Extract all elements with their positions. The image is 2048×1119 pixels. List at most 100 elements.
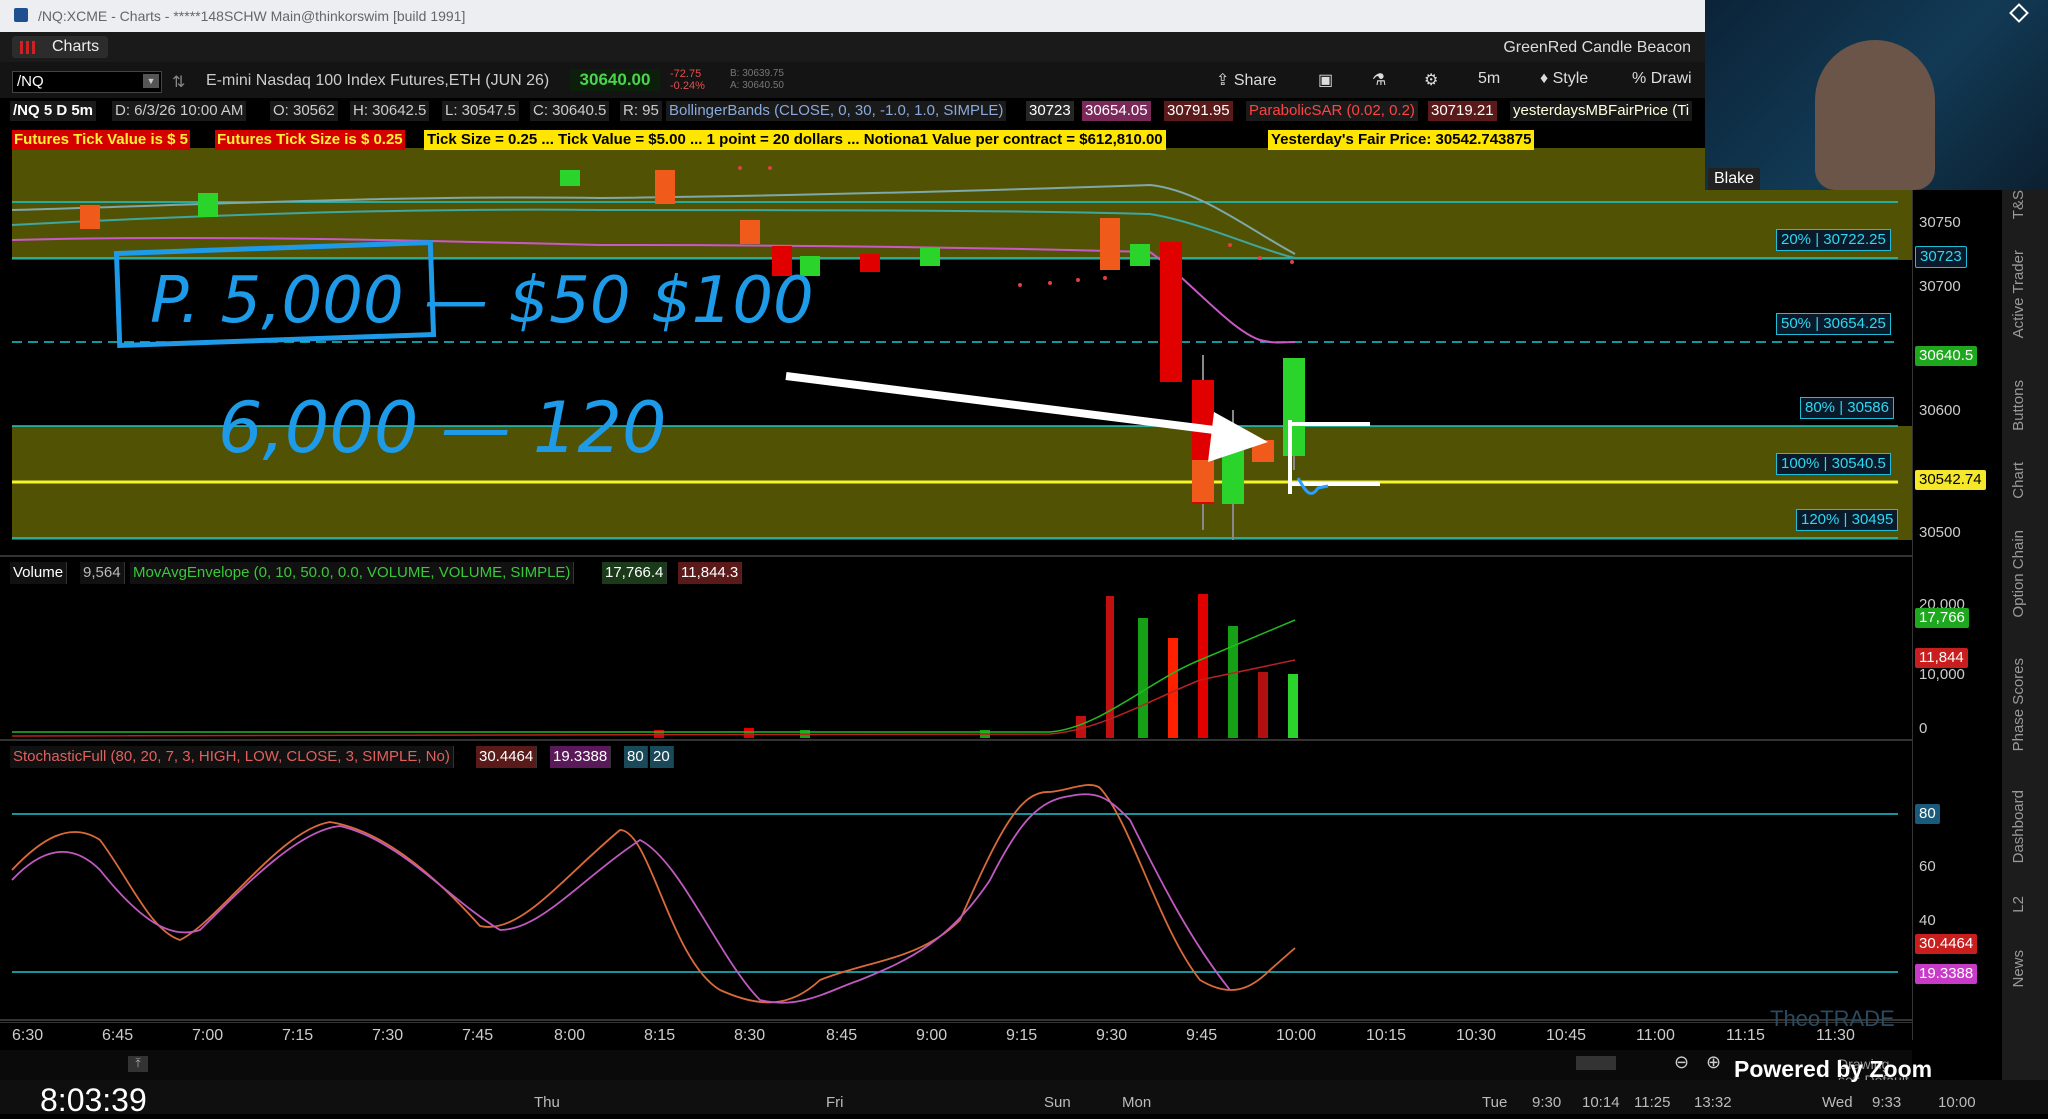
price-tick: 30600 [1919, 402, 1961, 419]
tab-chart[interactable]: Chart [2010, 462, 2027, 499]
level-text-50: 50% | 30654.25 [1776, 313, 1891, 335]
price-tick: 30700 [1919, 278, 1961, 295]
time-tick: 7:15 [282, 1027, 314, 1044]
vol-envelope-lower [11, 659, 1296, 737]
bottom-bar [0, 1080, 2048, 1114]
scroll-thumb[interactable] [1576, 1056, 1616, 1070]
time-tick: 6:30 [12, 1027, 44, 1044]
tab-level2[interactable]: L2 [2010, 896, 2027, 913]
bb-upper-tag: 30723 [1915, 246, 1967, 268]
time-tick: 10:30 [1456, 1027, 1497, 1044]
stoch-os-value: 20 [650, 746, 674, 768]
envelope-label[interactable]: MovAvgEnvelope (0, 10, 50.0, 0.0, VOLUME… [130, 562, 575, 584]
stoch-d-value: 19.3388 [550, 746, 612, 768]
stoch-tick: 40 [1919, 912, 1936, 929]
time-tick: 10:15 [1366, 1027, 1407, 1044]
envelope-lower: 11,844.3 [678, 562, 743, 584]
price-tick: 30500 [1919, 524, 1961, 541]
time-tick: 6:45 [102, 1027, 134, 1044]
overview-time: Wed [1822, 1094, 1853, 1111]
price-axis[interactable]: 30750 30723 30700 30640.5 30600 30542.74… [1912, 140, 2003, 1040]
tab-option-chain[interactable]: Option Chain [2010, 530, 2027, 618]
fair-price-tag: 30542.74 [1915, 470, 1986, 490]
day-label: Sun [1044, 1094, 1071, 1111]
tab-dashboard[interactable]: Dashboard [2010, 790, 2027, 863]
overview-time: 9:33 [1872, 1094, 1902, 1111]
level-label-20: 20% | 30722.25 [1776, 229, 1891, 251]
clock: 8:03:39 [40, 1082, 147, 1118]
level-label-120: 120% | 30495 [1796, 509, 1899, 531]
theotrade-logo-icon [2009, 3, 2029, 23]
volume-bars [654, 594, 1298, 738]
stoch-k-line [11, 784, 1296, 1004]
tab-news[interactable]: News [2010, 950, 2027, 988]
time-tick: 8:30 [734, 1027, 766, 1044]
time-tick: 8:00 [554, 1027, 586, 1044]
presenter-silhouette [1815, 40, 1935, 190]
tab-active-trader[interactable]: Active Trader [2010, 250, 2027, 338]
vol-upper-tag: 17,766 [1915, 608, 1969, 628]
level-text-120: 120% | 30495 [1796, 509, 1899, 531]
stochastic-label[interactable]: StochasticFull (80, 20, 7, 3, HIGH, LOW,… [10, 746, 454, 768]
time-tick: 10:45 [1546, 1027, 1587, 1044]
parabolic-sar-dots [738, 166, 1294, 287]
time-tick: 9:30 [1096, 1027, 1128, 1044]
volume-tick: 0 [1919, 720, 1928, 737]
time-tick: 7:30 [372, 1027, 404, 1044]
time-tick: 9:45 [1186, 1027, 1218, 1044]
overview-time: 9:30 [1532, 1094, 1562, 1111]
vol-lower-tag: 11,844 [1915, 648, 1968, 668]
volume-value: 9,564 [80, 562, 125, 584]
webcam-video [1705, 0, 2048, 190]
time-tick: 7:00 [192, 1027, 224, 1044]
zoom-out-icon[interactable]: ⊖ [1674, 1052, 1689, 1073]
time-tick: 10:00 [1276, 1027, 1317, 1044]
time-tick: 8:45 [826, 1027, 858, 1044]
overview-time: 10:00 [1938, 1094, 1976, 1111]
time-tick: 9:15 [1006, 1027, 1038, 1044]
annotation-arrow [785, 372, 1231, 436]
stoch-k-tag: 30.4464 [1915, 934, 1978, 954]
time-tick: 11:15 [1726, 1027, 1765, 1044]
chart-scrollbar[interactable]: ⤒ ⊖ ⊕ Drawing set: Default [0, 1050, 1912, 1088]
presenter-name: Blake [1708, 168, 1761, 190]
overview-time: Tue [1482, 1094, 1508, 1111]
annotation-line2: 6,000 — 120 [218, 387, 667, 469]
tab-time-and-sales[interactable]: T&S [2010, 190, 2027, 219]
overview-time: 10:14 [1582, 1094, 1620, 1111]
time-tick: 8:15 [644, 1027, 676, 1044]
time-axis[interactable]: 6:30 6:45 7:00 7:15 7:30 7:45 8:00 8:15 … [0, 1022, 1912, 1051]
day-label: Thu [534, 1094, 560, 1111]
tab-buttons[interactable]: Buttons [2010, 380, 2027, 431]
stoch-tick: 60 [1919, 858, 1936, 875]
price-tick: 30750 [1919, 214, 1961, 231]
expand-icon[interactable]: ⤒ [128, 1056, 148, 1072]
level-label-80: 80% | 30586 [1800, 397, 1894, 419]
last-price-tag: 30640.5 [1915, 346, 1978, 366]
stoch-k-value: 30.4464 [476, 746, 538, 768]
vol-envelope-upper [12, 619, 1296, 733]
day-label: Fri [826, 1094, 844, 1111]
level-text-20: 20% | 30722.25 [1776, 229, 1891, 251]
volume-label[interactable]: Volume [10, 562, 68, 584]
volume-tick: 10,000 [1919, 666, 1965, 683]
envelope-upper: 17,766.4 [602, 562, 668, 584]
candles [80, 170, 1305, 540]
time-tick: 9:00 [916, 1027, 948, 1044]
zoom-watermark: Powered by Zoom [1734, 1056, 1933, 1082]
brand-watermark: TheoTRADE [1770, 1006, 1895, 1031]
annotation-line1: P. 5,000 — $50 $100 [150, 264, 814, 338]
level-text-100: 100% | 30540.5 [1776, 453, 1891, 475]
stoch-ob-value: 80 [624, 746, 648, 768]
stoch-d-tag: 19.3388 [1915, 964, 1978, 984]
overview-time: 11:25 [1634, 1094, 1671, 1111]
tab-phase-scores[interactable]: Phase Scores [2010, 658, 2027, 751]
zoom-in-icon[interactable]: ⊕ [1706, 1052, 1721, 1073]
level-text-80: 80% | 30586 [1800, 397, 1894, 419]
side-tabs: T&S Active Trader Buttons Chart Option C… [2002, 190, 2048, 1090]
stoch-80-tag: 80 [1915, 804, 1940, 824]
level-label-100: 100% | 30540.5 [1776, 453, 1891, 475]
level-label-50: 50% | 30654.25 [1776, 313, 1891, 335]
day-label: Mon [1122, 1094, 1152, 1111]
overview-time: 13:32 [1694, 1094, 1732, 1111]
